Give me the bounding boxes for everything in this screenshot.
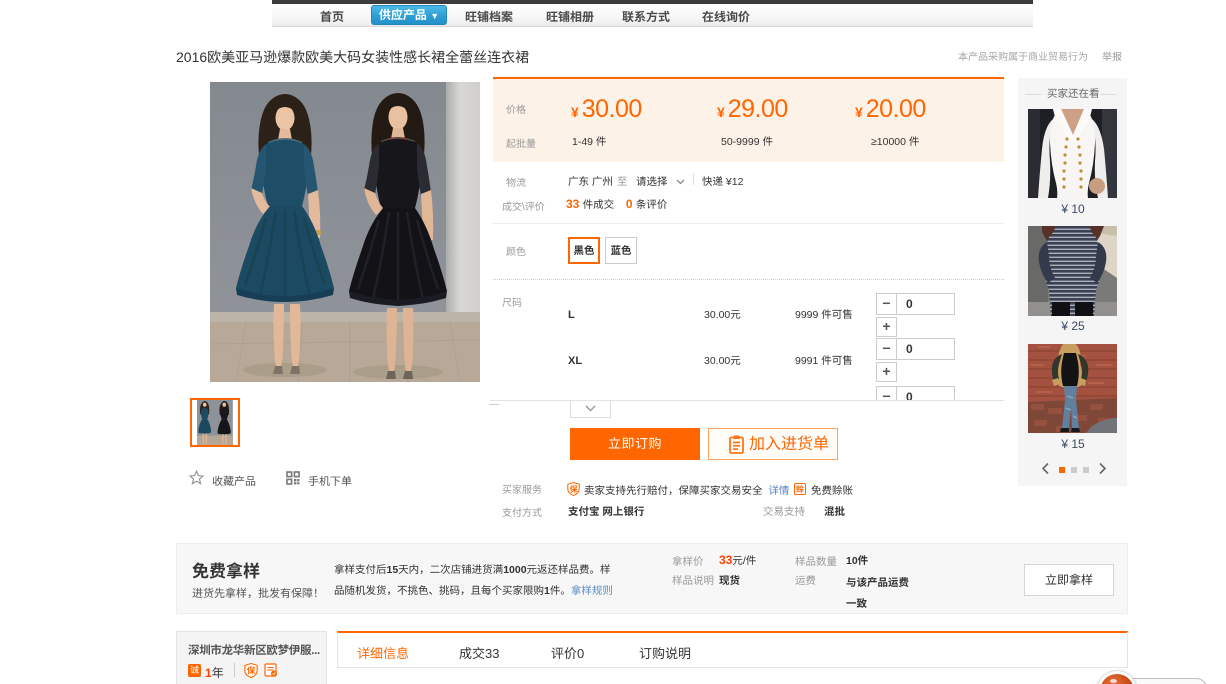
svg-text:保: 保 <box>247 666 256 676</box>
svg-text:保: 保 <box>570 485 578 494</box>
